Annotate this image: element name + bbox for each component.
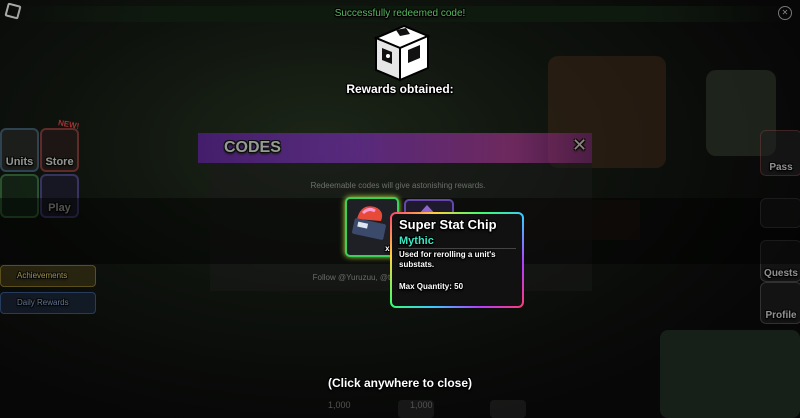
units-button[interactable]: Units bbox=[0, 128, 39, 172]
rewards-title: Rewards obtained: bbox=[346, 82, 454, 96]
store-button[interactable]: Store bbox=[40, 128, 79, 172]
daily-rewards-button[interactable]: Daily Rewards bbox=[0, 292, 96, 314]
crate-icon bbox=[373, 24, 431, 82]
profile-label: Profile bbox=[765, 310, 797, 321]
bottom-bar: 1,000 1,000 bbox=[320, 400, 530, 418]
item-tooltip: Super Stat Chip Mythic Used for rerollin… bbox=[390, 212, 524, 308]
units-label: Units bbox=[5, 156, 34, 168]
quests-label: Quests bbox=[764, 268, 798, 279]
background-ground bbox=[660, 330, 800, 418]
codes-info-text: Redeemable codes will give astonishing r… bbox=[310, 181, 486, 190]
codes-title: CODES bbox=[224, 139, 281, 156]
pass-label: Pass bbox=[769, 162, 793, 173]
currency-2: 1,000 bbox=[410, 400, 433, 410]
achievements-button[interactable]: Achievements bbox=[0, 265, 96, 287]
close-hint[interactable]: (Click anywhere to close) bbox=[250, 376, 550, 390]
lock-icon bbox=[490, 400, 526, 418]
store-label: Store bbox=[45, 156, 74, 168]
codes-close-button[interactable]: ✕ bbox=[572, 135, 587, 156]
pass-button[interactable]: Pass bbox=[760, 130, 800, 176]
tooltip-divider bbox=[398, 248, 516, 249]
item-name: Super Stat Chip bbox=[399, 217, 497, 232]
item-rarity: Mythic bbox=[399, 235, 434, 247]
profile-button[interactable]: Profile bbox=[760, 282, 800, 324]
currency-1: 1,000 bbox=[328, 400, 351, 410]
item-max-quantity: Max Quantity: 50 bbox=[399, 282, 464, 291]
item-description: Used for rerolling a unit's substats. bbox=[399, 250, 496, 269]
close-icon[interactable]: ✕ bbox=[778, 6, 792, 20]
